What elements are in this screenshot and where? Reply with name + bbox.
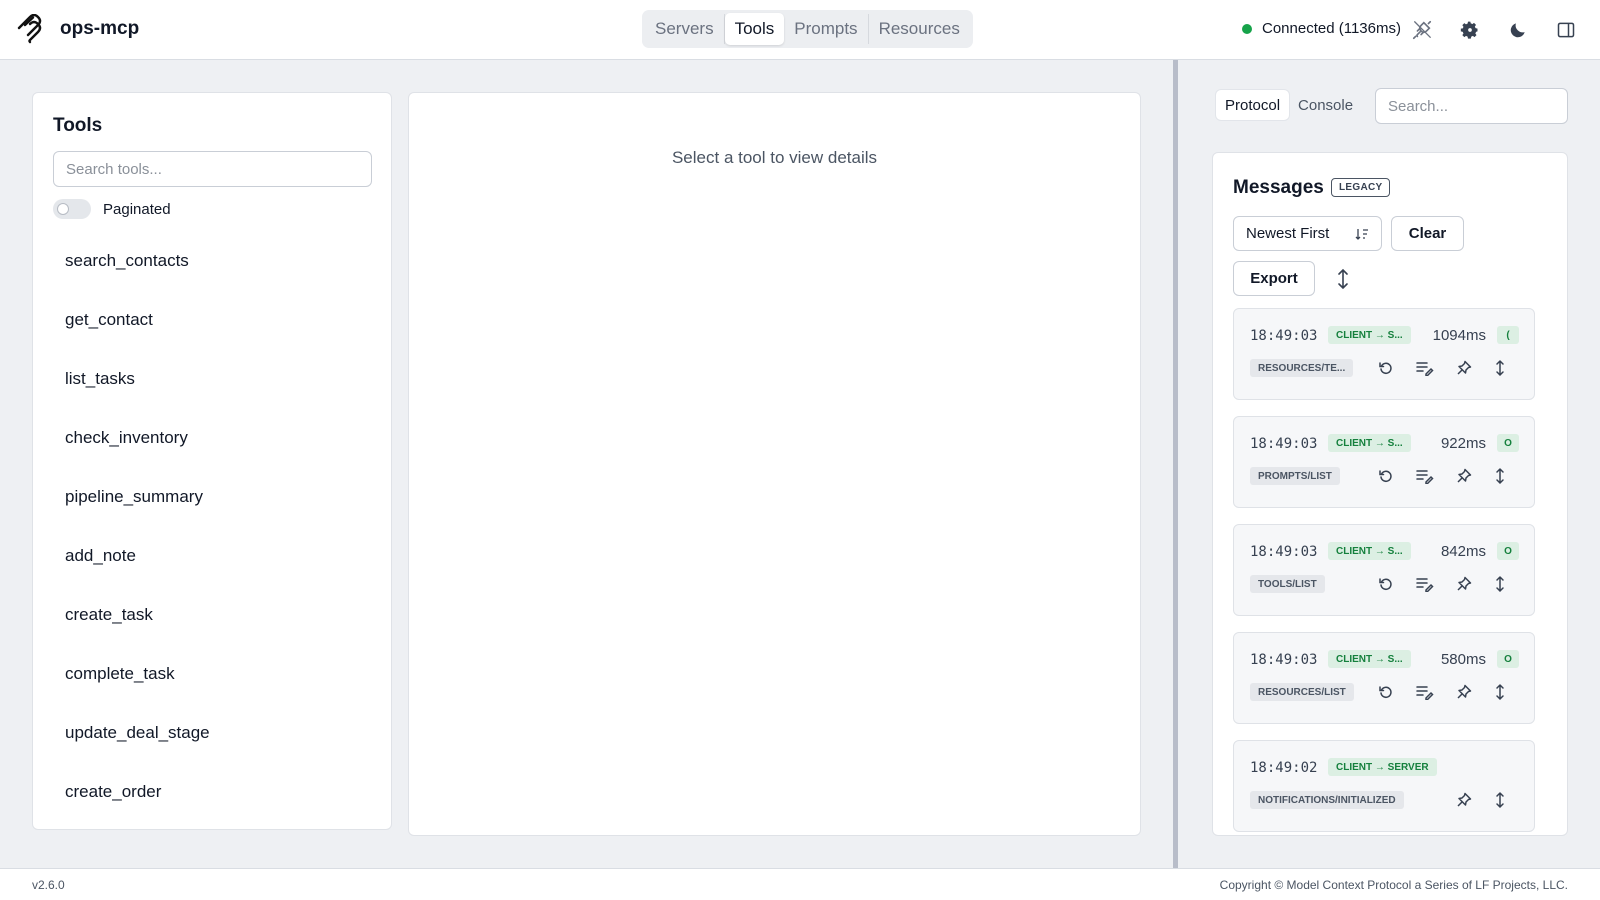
expand-message-icon[interactable] xyxy=(1490,466,1510,486)
message-timestamp: 18:49:03 xyxy=(1250,544,1318,560)
app-footer: v2.6.0 Copyright © Model Context Protoco… xyxy=(0,868,1600,900)
tool-item[interactable]: check_inventory xyxy=(65,408,365,467)
message-search-input[interactable] xyxy=(1375,88,1568,124)
direction-badge: CLIENT → SERVER xyxy=(1328,758,1437,776)
method-badge: RESOURCES/LIST xyxy=(1250,683,1354,701)
message-duration: 842ms xyxy=(1440,543,1486,560)
message-timestamp: 18:49:03 xyxy=(1250,652,1318,668)
method-badge: TOOLS/LIST xyxy=(1250,575,1325,593)
message-entry[interactable]: 18:49:03 CLIENT → S... 922ms O PROMPTS/LIST xyxy=(1233,416,1535,508)
message-entry[interactable]: 18:49:03 CLIENT → S... 842ms O TOOLS/LIST xyxy=(1233,524,1535,616)
direction-badge: CLIENT → S... xyxy=(1328,326,1411,344)
tool-list: search_contacts get_contact list_tasks c… xyxy=(65,231,365,821)
message-entry[interactable]: 18:49:03 CLIENT → S... 580ms O RESOURCES/LIS… xyxy=(1233,632,1535,724)
method-badge: RESOURCES/TE... xyxy=(1250,359,1354,377)
tab-protocol[interactable]: Protocol xyxy=(1216,90,1290,120)
sort-order-value: Newest First xyxy=(1246,225,1330,242)
response-status-badge: O xyxy=(1497,542,1519,560)
message-timestamp: 18:49:03 xyxy=(1250,328,1318,344)
method-badge: PROMPTS/LIST xyxy=(1250,467,1340,485)
direction-badge: CLIENT → S... xyxy=(1328,434,1411,452)
message-duration: 1094ms xyxy=(1432,327,1486,344)
expand-message-icon[interactable] xyxy=(1490,574,1510,594)
app-title: ops-mcp xyxy=(60,18,140,39)
sort-icon xyxy=(1355,229,1368,240)
mcp-logo-icon xyxy=(17,14,42,44)
tab-tools[interactable]: Tools xyxy=(724,13,785,45)
resize-handle[interactable] xyxy=(1173,60,1178,868)
sort-order-select[interactable]: Newest First xyxy=(1233,216,1382,251)
pin-icon[interactable] xyxy=(1454,682,1474,702)
message-list: 18:49:03 CLIENT → S... 1094ms ( RESOURCES/TE… xyxy=(1233,308,1535,835)
app-header: ops-mcp Servers Tools Prompts Resources … xyxy=(0,0,1600,60)
message-entry[interactable]: 18:49:03 CLIENT → S... 1094ms ( RESOURCES/TE… xyxy=(1233,308,1535,400)
replay-icon[interactable] xyxy=(1376,466,1396,486)
expand-all-icon[interactable] xyxy=(1333,267,1353,291)
copyright-text: Copyright © Model Context Protocol a Ser… xyxy=(1219,878,1568,892)
tab-prompts[interactable]: Prompts xyxy=(784,13,867,45)
legacy-badge: LEGACY xyxy=(1331,178,1391,197)
expand-message-icon[interactable] xyxy=(1490,790,1510,810)
message-timestamp: 18:49:02 xyxy=(1250,760,1318,776)
direction-badge: CLIENT → S... xyxy=(1328,542,1411,560)
protocol-tabs: Protocol Console xyxy=(1216,90,1362,120)
tool-details-panel: Select a tool to view details xyxy=(408,92,1141,836)
connection-status-text: Connected (1136ms) xyxy=(1262,20,1401,37)
response-status-badge: ( xyxy=(1497,326,1519,344)
tool-item[interactable]: update_deal_stage xyxy=(65,703,365,762)
messages-panel: Messages LEGACY Newest First Clear Expor… xyxy=(1212,152,1568,836)
moon-icon[interactable] xyxy=(1505,17,1531,43)
clear-button[interactable]: Clear xyxy=(1391,216,1464,251)
empty-state-text: Select a tool to view details xyxy=(671,148,878,167)
tab-console[interactable]: Console xyxy=(1289,90,1362,120)
tool-item[interactable]: complete_task xyxy=(65,644,365,703)
toggle-knob xyxy=(57,203,69,215)
plug-icon[interactable] xyxy=(1409,17,1435,43)
response-status-badge: O xyxy=(1497,650,1519,668)
edit-request-icon[interactable] xyxy=(1415,466,1435,486)
paginated-label: Paginated xyxy=(103,201,171,218)
tool-item[interactable]: create_task xyxy=(65,585,365,644)
gear-icon[interactable] xyxy=(1457,17,1483,43)
edit-request-icon[interactable] xyxy=(1415,574,1435,594)
tool-item[interactable]: pipeline_summary xyxy=(65,467,365,526)
direction-badge: CLIENT → S... xyxy=(1328,650,1411,668)
export-button[interactable]: Export xyxy=(1233,261,1315,296)
method-badge: NOTIFICATIONS/INITIALIZED xyxy=(1250,791,1404,809)
replay-icon[interactable] xyxy=(1376,574,1396,594)
pin-icon[interactable] xyxy=(1454,358,1474,378)
edit-request-icon[interactable] xyxy=(1415,358,1435,378)
replay-icon[interactable] xyxy=(1376,682,1396,702)
message-timestamp: 18:49:03 xyxy=(1250,436,1318,452)
paginated-toggle[interactable] xyxy=(53,199,91,219)
message-duration: 580ms xyxy=(1440,651,1486,668)
pin-icon[interactable] xyxy=(1454,466,1474,486)
panel-toggle-icon[interactable] xyxy=(1553,17,1579,43)
message-duration: 922ms xyxy=(1440,435,1486,452)
expand-message-icon[interactable] xyxy=(1490,358,1510,378)
tab-servers[interactable]: Servers xyxy=(645,13,724,45)
connection-status: Connected (1136ms) xyxy=(1242,20,1401,37)
tool-item[interactable]: get_contact xyxy=(65,290,365,349)
replay-icon[interactable] xyxy=(1376,358,1396,378)
edit-request-icon[interactable] xyxy=(1415,682,1435,702)
tool-item[interactable]: search_contacts xyxy=(65,231,365,290)
tab-resources[interactable]: Resources xyxy=(869,13,970,45)
message-entry[interactable]: 18:49:02 CLIENT → SERVER NOTIFICATIONS/INI… xyxy=(1233,740,1535,832)
version-label: v2.6.0 xyxy=(32,878,65,892)
messages-title: Messages xyxy=(1233,177,1324,198)
main-nav: Servers Tools Prompts Resources xyxy=(642,10,973,48)
expand-message-icon[interactable] xyxy=(1490,682,1510,702)
tool-item[interactable]: add_note xyxy=(65,526,365,585)
tool-item[interactable]: create_order xyxy=(65,762,365,821)
status-dot-icon xyxy=(1242,23,1252,34)
response-status-badge: O xyxy=(1497,434,1519,452)
pin-icon[interactable] xyxy=(1454,790,1474,810)
search-tools-input[interactable] xyxy=(53,151,372,187)
tools-panel: Tools Paginated search_contacts get_cont… xyxy=(32,92,392,830)
tools-title: Tools xyxy=(53,115,103,136)
pin-icon[interactable] xyxy=(1454,574,1474,594)
tool-item[interactable]: list_tasks xyxy=(65,349,365,408)
